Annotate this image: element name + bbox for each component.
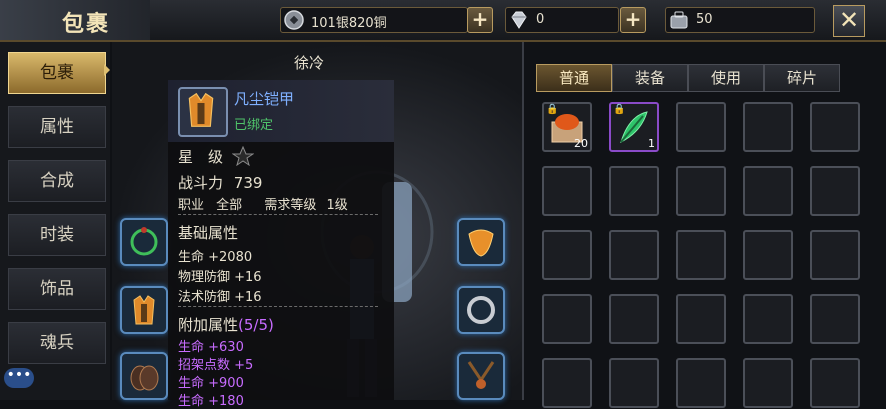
inventory-slot-filled[interactable]: 🔒 1 (609, 102, 659, 152)
inventory-panel (522, 42, 886, 400)
requirement-row: 职业 全部 需求等级 1级 (178, 194, 348, 213)
tab-fragments[interactable]: 碎片 (764, 64, 840, 92)
lock-icon: 🔒 (613, 104, 626, 115)
inventory-slot-empty[interactable] (542, 294, 592, 344)
extra-title: 附加属性 (178, 316, 239, 334)
base-stat: 生命 +2080 (178, 250, 253, 265)
close-button[interactable]: ✕ (833, 5, 865, 37)
tooltip-item-icon (178, 87, 228, 137)
bag-value: 50 (696, 12, 713, 27)
base-stat: 法术防御 +16 (178, 290, 262, 305)
sidebar-item-accessory[interactable]: 饰品 (8, 268, 106, 310)
level-label: 需求等级 (264, 198, 317, 213)
level-value: 1级 (326, 198, 348, 213)
lock-icon: 🔒 (546, 104, 559, 115)
amulet-icon (467, 361, 495, 389)
power-row: 战斗力 739 (178, 172, 262, 193)
inventory-slot-empty[interactable] (810, 358, 860, 408)
extra-count: (5/5) (238, 316, 274, 334)
inventory-slot-empty[interactable] (676, 230, 726, 280)
inventory-slot-empty[interactable] (542, 166, 592, 216)
item-count: 1 (648, 137, 655, 150)
armor-slot[interactable] (120, 286, 168, 334)
item-tooltip: 凡尘铠甲 已绑定 星 级 战斗力 739 职业 全部 需求等级 1级 基础属性 … (168, 80, 394, 409)
tab-normal[interactable]: 普通 (536, 64, 612, 92)
ring-icon (467, 296, 495, 324)
extra-stats-title: 附加属性(5/5) (178, 314, 274, 335)
inventory-slot-empty[interactable] (542, 230, 592, 280)
silver-value: 101银820铜 (311, 16, 387, 31)
item-bound-status: 已绑定 (234, 118, 274, 133)
armor-icon (133, 295, 155, 325)
inventory-slot-empty[interactable] (609, 358, 659, 408)
job-label: 职业 (178, 198, 205, 213)
job-value: 全部 (216, 198, 243, 213)
inventory-slot-empty[interactable] (676, 166, 726, 216)
inventory-slot-empty[interactable] (676, 102, 726, 152)
inventory-slot-empty[interactable] (676, 294, 726, 344)
inventory-slot-empty[interactable] (609, 294, 659, 344)
inventory-slot-empty[interactable] (810, 230, 860, 280)
inventory-slot-empty[interactable] (810, 294, 860, 344)
inventory-slot-empty[interactable] (810, 166, 860, 216)
sidebar-item-fashion[interactable]: 时装 (8, 214, 106, 256)
chat-bubble-icon[interactable]: ••• (4, 368, 34, 388)
inventory-slot-empty[interactable] (743, 294, 793, 344)
star-row: 星 级 (178, 145, 255, 167)
extra-stat: 生命 +630 (178, 340, 244, 355)
item-count: 20 (574, 137, 588, 150)
base-stat: 物理防御 +16 (178, 270, 262, 285)
inventory-slot-empty[interactable] (542, 358, 592, 408)
ring-slot[interactable] (457, 286, 505, 334)
inventory-slot-empty[interactable] (743, 230, 793, 280)
active-tab-arrow-icon (104, 64, 110, 76)
silver-coin-icon (284, 10, 304, 30)
sidebar-item-attributes[interactable]: 属性 (8, 106, 106, 148)
top-bar: 包裹 101银820铜 + 0 + 50 ✕ (0, 0, 886, 42)
tab-usable[interactable]: 使用 (688, 64, 764, 92)
tab-equipment[interactable]: 装备 (612, 64, 688, 92)
necklace-slot[interactable] (120, 218, 168, 266)
necklace-icon (130, 227, 158, 256)
star-label: 星 级 (178, 148, 224, 166)
add-silver-button[interactable]: + (467, 7, 493, 33)
inventory-slot-empty[interactable] (676, 358, 726, 408)
extra-stat: 生命 +900 (178, 376, 244, 391)
bag-icon (670, 11, 688, 29)
add-diamond-button[interactable]: + (620, 7, 646, 33)
item-name: 凡尘铠甲 (234, 90, 295, 108)
divider (178, 306, 378, 307)
extra-stat: 招架点数 +5 (178, 358, 254, 373)
silver-resource: 101银820铜 (280, 7, 468, 33)
power-value: 739 (233, 174, 263, 192)
power-label: 战斗力 (178, 174, 224, 192)
diamond-value: 0 (536, 12, 545, 27)
inventory-slot-empty[interactable] (743, 102, 793, 152)
inventory-slot-empty[interactable] (743, 166, 793, 216)
sidebar-item-bag[interactable]: 包裹 (8, 52, 106, 94)
inventory-slot-empty[interactable] (810, 102, 860, 152)
cape-icon (468, 229, 494, 257)
inventory-slot-empty[interactable] (609, 230, 659, 280)
amulet-slot[interactable] (457, 352, 505, 400)
page-title: 包裹 (62, 12, 111, 37)
cape-slot[interactable] (457, 218, 505, 266)
divider (178, 214, 378, 215)
boots-slot[interactable] (120, 352, 168, 400)
inventory-slot-empty[interactable] (609, 166, 659, 216)
armor-icon (188, 92, 214, 127)
star-icon (231, 145, 255, 167)
sidebar-item-soul-weapon[interactable]: 魂兵 (8, 322, 106, 364)
diamond-resource: 0 (505, 7, 619, 33)
bag-capacity: 50 (665, 7, 815, 33)
inventory-slot-filled[interactable]: 🔒 20 (542, 102, 592, 152)
diamond-icon (511, 11, 527, 29)
inventory-slot-empty[interactable] (743, 358, 793, 408)
sidebar-item-synthesis[interactable]: 合成 (8, 160, 106, 202)
tooltip-header: 凡尘铠甲 已绑定 (168, 80, 394, 142)
base-stats-title: 基础属性 (178, 224, 239, 242)
character-name: 徐冷 (294, 54, 325, 72)
boots-icon (130, 365, 159, 391)
